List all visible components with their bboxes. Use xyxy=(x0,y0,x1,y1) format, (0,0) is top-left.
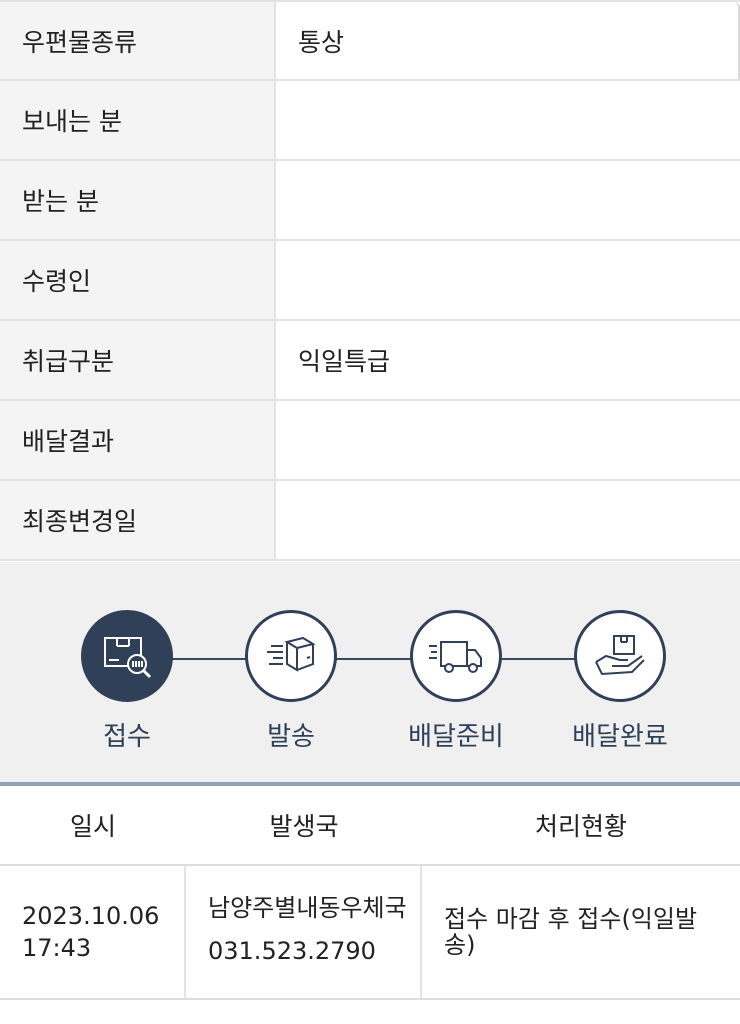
info-value xyxy=(276,161,740,239)
info-row-last-modified: 최종변경일 xyxy=(0,481,740,561)
info-row-receiver: 수령인 xyxy=(0,241,740,321)
info-value xyxy=(276,481,740,559)
step-label: 발송 xyxy=(267,722,315,752)
datetime-cell: 2023.10.06 17:43 xyxy=(0,866,186,998)
step-delivered: 배달완료 xyxy=(530,610,710,753)
info-value xyxy=(276,401,740,479)
info-label: 취급구분 xyxy=(0,321,276,399)
info-row-delivery-result: 배달결과 xyxy=(0,401,740,481)
box-search-icon xyxy=(104,637,152,679)
office-cell: 남양주별내동우체국 031.523.2790 xyxy=(186,866,422,998)
info-row-mail-type: 우편물종류 통상 xyxy=(0,0,740,81)
step-received: 접수 xyxy=(37,610,217,753)
step-circle xyxy=(245,610,337,702)
info-value: 익일특급 xyxy=(276,321,740,399)
info-label: 보내는 분 xyxy=(0,81,276,159)
info-label: 우편물종류 xyxy=(0,2,276,79)
column-header-status: 처리현황 xyxy=(534,812,627,841)
history-header: 일시 발생국 처리현황 xyxy=(0,786,740,866)
info-value xyxy=(276,81,740,159)
hand-box-icon xyxy=(595,635,645,676)
step-circle xyxy=(410,610,502,702)
step-circle xyxy=(81,610,173,702)
info-value: 통상 xyxy=(276,2,740,79)
office-name[interactable]: 남양주별내동우체국 xyxy=(208,896,420,921)
step-ready: 배달준비 xyxy=(366,610,546,753)
step-label: 배달완료 xyxy=(572,722,668,752)
info-label: 받는 분 xyxy=(0,161,276,239)
info-label: 최종변경일 xyxy=(0,481,276,559)
table-row: 2023.10.06 17:43 남양주별내동우체국 031.523.2790 … xyxy=(0,866,740,1000)
step-label: 접수 xyxy=(103,722,151,752)
step-sent: 발송 xyxy=(201,610,381,753)
step-circle xyxy=(574,610,666,702)
column-header-office: 발생국 xyxy=(269,812,339,841)
info-value xyxy=(276,241,740,319)
info-row-handling: 취급구분 익일특급 xyxy=(0,321,740,401)
info-label: 수령인 xyxy=(0,241,276,319)
status-text: 접수 마감 후 접수(익일발송) xyxy=(444,904,698,959)
date-text: 2023.10.06 xyxy=(22,901,160,930)
step-label: 배달준비 xyxy=(408,722,504,752)
status-cell: 접수 마감 후 접수(익일발송) xyxy=(422,866,740,998)
info-row-sender: 보내는 분 xyxy=(0,81,740,161)
delivery-progress: 접수 발송 배달준비 배달완료 xyxy=(0,562,740,782)
office-phone[interactable]: 031.523.2790 xyxy=(208,935,420,967)
time-text: 17:43 xyxy=(22,934,92,962)
info-row-recipient: 받는 분 xyxy=(0,161,740,241)
column-header-datetime: 일시 xyxy=(69,812,116,841)
info-label: 배달결과 xyxy=(0,401,276,479)
moving-box-icon xyxy=(267,636,316,672)
delivery-truck-icon xyxy=(429,641,482,673)
mail-info-table: 우편물종류 통상 보내는 분 받는 분 수령인 취급구분 익일특급 배달결과 최… xyxy=(0,0,740,561)
